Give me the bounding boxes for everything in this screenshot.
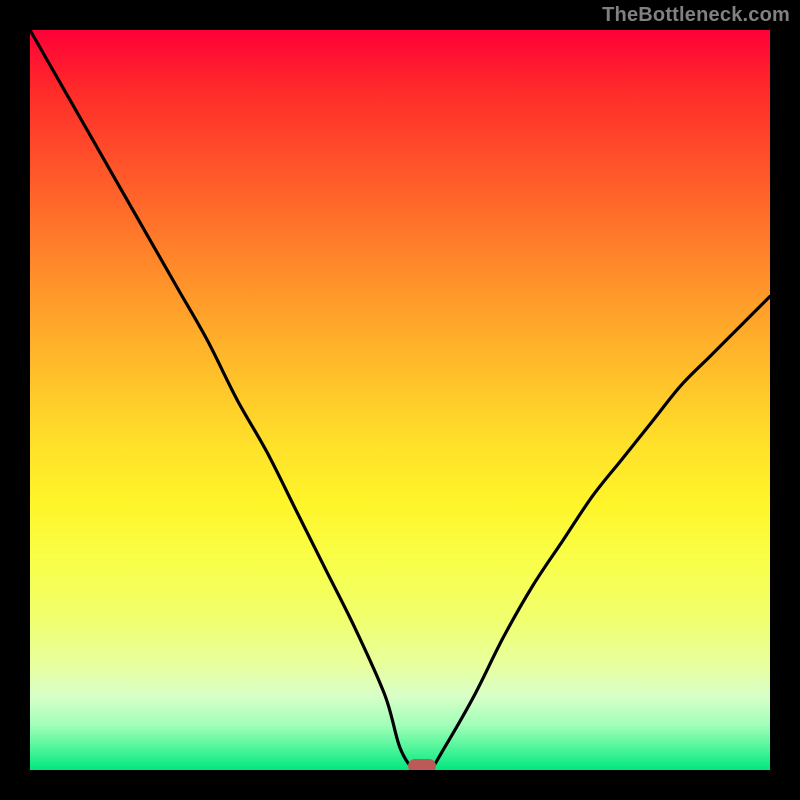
plot-area	[30, 30, 770, 770]
bottleneck-curve	[30, 30, 770, 770]
chart-frame: TheBottleneck.com	[0, 0, 800, 800]
watermark-text: TheBottleneck.com	[602, 4, 790, 27]
optimum-marker	[408, 759, 436, 770]
